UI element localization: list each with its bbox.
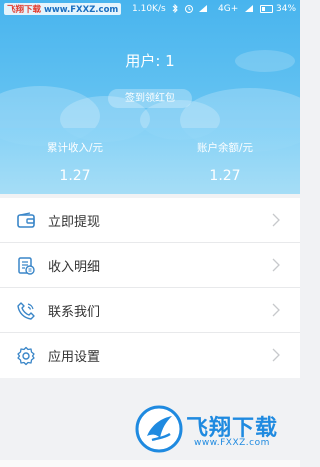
chevron-right-icon	[272, 213, 280, 227]
menu-item-app-settings[interactable]: 应用设置	[0, 333, 300, 378]
network-type: 4G+	[218, 4, 239, 14]
total-income-stat: 累计收入/元 1.27	[0, 140, 150, 184]
menu-item-label: 应用设置	[48, 350, 101, 365]
menu-item-label: 收入明细	[48, 260, 101, 275]
status-watermark: 飞翔下载 www.FXXZ.com	[4, 3, 122, 15]
watermark-logo-icon	[135, 405, 183, 453]
chevron-right-icon	[272, 303, 280, 317]
alarm-icon	[185, 5, 193, 13]
balance-stat: 账户余额/元 1.27	[150, 140, 300, 184]
bottom-nav-edge	[0, 460, 300, 467]
menu-item-income-detail[interactable]: 收入明细	[0, 243, 300, 288]
bluetooth-icon	[172, 4, 178, 13]
income-detail-icon	[18, 257, 35, 275]
app-screen: 飞翔下载 www.FXXZ.com 1.10K/s 4G+ 34% 用户: 1 …	[0, 0, 300, 467]
phone-icon	[17, 302, 35, 320]
signal-icon	[245, 5, 253, 12]
signal-icon	[199, 5, 207, 12]
chevron-right-icon	[272, 258, 280, 272]
network-speed: 1.10K/s	[132, 4, 166, 14]
settings-menu: 立即提现 收入明细 联系我们 应用设置	[0, 198, 300, 378]
wallet-icon	[17, 212, 35, 228]
chevron-right-icon	[272, 348, 280, 362]
stat-label: 累计收入/元	[46, 142, 104, 154]
stat-value: 1.27	[209, 168, 241, 184]
watermark: 飞翔下载 www.FXXZ.com	[134, 404, 300, 456]
profile-header: 飞翔下载 www.FXXZ.com 1.10K/s 4G+ 34% 用户: 1 …	[0, 0, 300, 194]
battery-icon	[260, 5, 273, 13]
settings-gear-icon	[17, 346, 35, 366]
stat-label: 账户余额/元	[196, 142, 254, 154]
menu-item-label: 立即提现	[48, 215, 101, 230]
sign-in-reward-button[interactable]: 签到领红包	[108, 89, 192, 108]
stat-value: 1.27	[59, 168, 91, 184]
menu-item-withdraw[interactable]: 立即提现	[0, 198, 300, 243]
status-bar: 飞翔下载 www.FXXZ.com 1.10K/s 4G+ 34%	[0, 0, 300, 18]
user-title: 用户: 1	[125, 52, 175, 70]
menu-item-label: 联系我们	[48, 305, 101, 320]
watermark-url: www.FXXZ.com	[194, 438, 270, 448]
battery-percent: 34%	[276, 4, 297, 14]
menu-item-contact-us[interactable]: 联系我们	[0, 288, 300, 333]
